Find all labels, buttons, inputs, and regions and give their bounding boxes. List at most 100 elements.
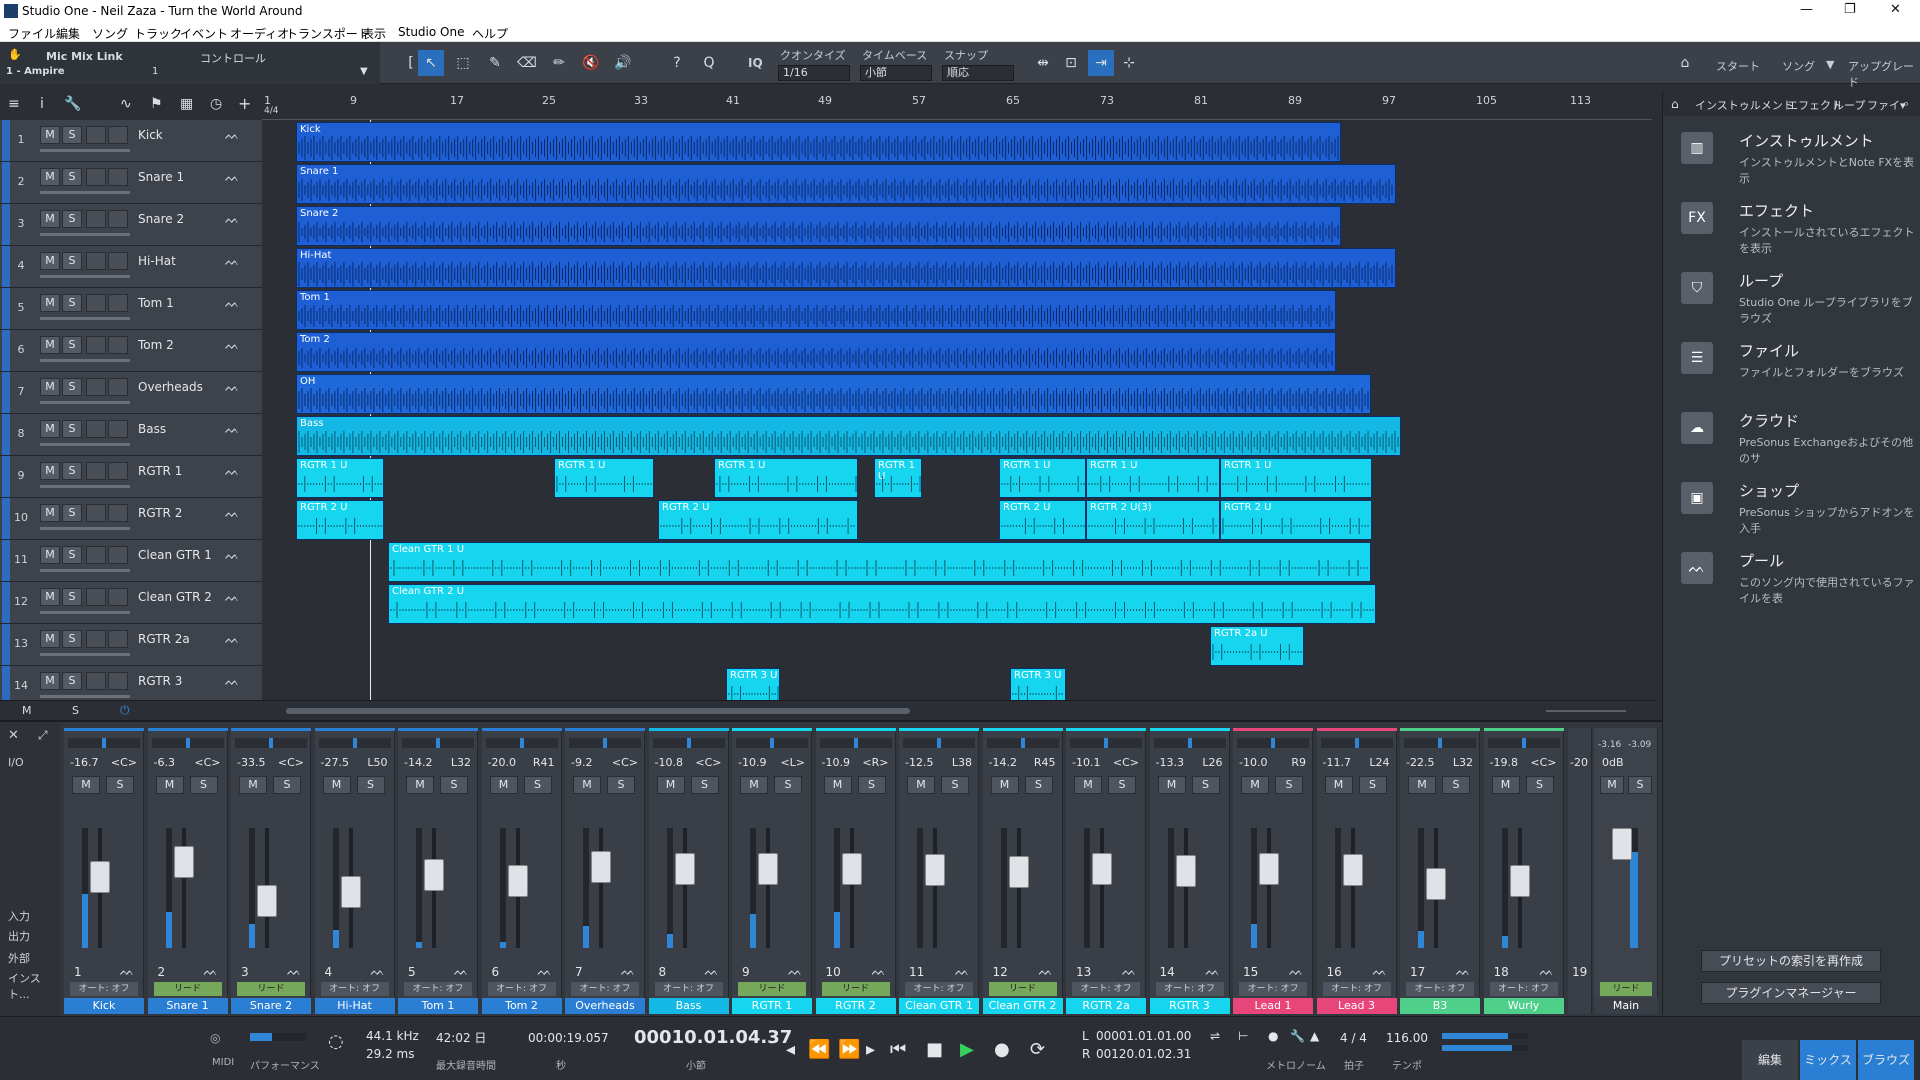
track-record-button[interactable]: [86, 630, 106, 648]
quantize-select[interactable]: 1/16: [778, 65, 850, 81]
track-volume-slider[interactable]: [40, 485, 130, 488]
channel-mute-button[interactable]: M: [1157, 776, 1186, 794]
wrench-icon[interactable]: 🔧: [64, 96, 81, 112]
channel-name[interactable]: Bass: [648, 998, 729, 1014]
track-volume-slider[interactable]: [40, 527, 130, 530]
view-browse-tab[interactable]: ブラウズ: [1858, 1040, 1914, 1080]
channel-mute-button[interactable]: M: [823, 776, 852, 794]
audio-clip[interactable]: RGTR 1 U: [554, 458, 654, 498]
channel-name[interactable]: Clean GTR 1: [899, 998, 979, 1014]
ruler-bar-81[interactable]: 81: [1194, 94, 1208, 107]
track-header[interactable]: 12 M S Clean GTR 2 ᨓ: [0, 582, 262, 624]
ruler-bar-105[interactable]: 105: [1476, 94, 1497, 107]
channel-fader-knob[interactable]: [1175, 855, 1196, 888]
main-solo-button[interactable]: S: [1628, 776, 1652, 794]
channel-solo-button[interactable]: S: [273, 776, 301, 794]
maximize-icon[interactable]: ❐: [1844, 2, 1856, 17]
channel-fader-knob[interactable]: [507, 864, 528, 897]
browser-item-file[interactable]: ☰ ファイル ファイルとフォルダーをブラウズ: [1663, 334, 1920, 402]
footer-solo-all[interactable]: S: [72, 704, 79, 717]
channel-solo-button[interactable]: S: [1191, 776, 1220, 794]
record-icon[interactable]: ●: [994, 1039, 1010, 1060]
track-monitor-button[interactable]: [108, 252, 128, 270]
cursor-follow-icon[interactable]: ⊹: [1116, 50, 1142, 76]
audio-clip[interactable]: RGTR 2 U: [658, 500, 858, 540]
channel-mute-button[interactable]: M: [656, 776, 685, 794]
channel-volume[interactable]: -10.8: [655, 756, 683, 769]
eraser-tool-icon[interactable]: ⌫: [514, 50, 540, 76]
channel-name[interactable]: Overheads: [565, 998, 645, 1014]
channel-automation-mode[interactable]: オート: オフ: [320, 982, 389, 996]
ruler-bar-1[interactable]: 1: [264, 94, 271, 107]
track-solo-button[interactable]: S: [62, 630, 82, 648]
track-solo-button[interactable]: S: [62, 294, 82, 312]
pan-control[interactable]: [903, 738, 975, 748]
channel-fader-knob[interactable]: [1092, 852, 1112, 885]
channel-solo-button[interactable]: S: [774, 776, 802, 794]
marker-icon[interactable]: ⚑: [150, 96, 163, 112]
browser-item-shop[interactable]: ▣ ショップ PreSonus ショップからアドオンを入手: [1663, 474, 1920, 542]
track-header[interactable]: 2 M S Snare 1 ᨓ: [0, 162, 262, 204]
loop-icon[interactable]: ⟳: [1030, 1039, 1045, 1060]
track-name[interactable]: Tom 2: [138, 338, 174, 352]
plugin-manager-button[interactable]: プラグインマネージャー: [1701, 982, 1881, 1004]
ruler-bar-17[interactable]: 17: [450, 94, 464, 107]
track-name[interactable]: Snare 2: [138, 212, 184, 226]
audio-clip[interactable]: Bass: [296, 416, 1401, 456]
pan-control[interactable]: [318, 738, 391, 748]
channel-volume[interactable]: -6.3: [154, 756, 175, 769]
audio-clip[interactable]: RGTR 2a U: [1210, 626, 1304, 666]
minimize-icon[interactable]: —: [1800, 2, 1813, 17]
track-name[interactable]: Clean GTR 2: [138, 590, 212, 604]
audio-clip[interactable]: RGTR 2 U: [999, 500, 1086, 540]
track-volume-slider[interactable]: [40, 611, 130, 614]
pan-control[interactable]: [569, 738, 641, 748]
track-volume-slider[interactable]: [40, 149, 130, 152]
reindex-presets-button[interactable]: プリセットの索引を再作成: [1701, 950, 1881, 972]
menu-audio[interactable]: オーディオ: [230, 25, 289, 42]
split-tool-icon[interactable]: ✎: [482, 50, 508, 76]
channel-mute-button[interactable]: M: [907, 776, 935, 794]
track-name[interactable]: RGTR 1: [138, 464, 182, 478]
channel-fader-track[interactable]: [1267, 828, 1271, 948]
channel-solo-button[interactable]: S: [941, 776, 969, 794]
track-name[interactable]: Overheads: [138, 380, 203, 394]
arrange-view[interactable]: Kick Snare 1 Snare 2 Hi-Hat Tom 1 Tom 2 OH Bass…: [296, 120, 1652, 700]
device-name[interactable]: 1 - Ampire: [6, 66, 65, 77]
menu-studioone[interactable]: Studio One: [398, 25, 464, 39]
mute-tool-icon[interactable]: 🔇: [578, 50, 604, 76]
channel-fader-knob[interactable]: [925, 854, 945, 887]
timeline-ruler[interactable]: 4/4 1 9 17 25 33 41 49 57 65 73 81 89 97 105 113: [262, 92, 1652, 120]
channel-fader-knob[interactable]: [674, 852, 695, 885]
ruler-bar-97[interactable]: 97: [1382, 94, 1396, 107]
track-volume-slider[interactable]: [40, 233, 130, 236]
channel-fader-knob[interactable]: [257, 885, 277, 918]
audio-clip[interactable]: RGTR 2 U: [296, 500, 384, 540]
track-solo-button[interactable]: S: [62, 252, 82, 270]
channel-name[interactable]: Tom 1: [398, 998, 478, 1014]
track-record-button[interactable]: [86, 378, 106, 396]
channel-volume[interactable]: -10.9: [738, 756, 766, 769]
channel-name[interactable]: Tom 2: [481, 998, 562, 1014]
track-record-button[interactable]: [86, 336, 106, 354]
track-monitor-button[interactable]: [108, 546, 128, 564]
channel-mute-button[interactable]: M: [990, 776, 1019, 794]
snap-select[interactable]: 順応: [942, 65, 1014, 81]
track-mute-button[interactable]: M: [40, 294, 60, 312]
track-solo-button[interactable]: S: [62, 378, 82, 396]
ruler-bar-65[interactable]: 65: [1006, 94, 1020, 107]
track-name[interactable]: Hi-Hat: [138, 254, 176, 268]
ruler-bar-73[interactable]: 73: [1100, 94, 1114, 107]
channel-mute-button[interactable]: M: [1074, 776, 1102, 794]
channel-automation-mode[interactable]: オート: オフ: [487, 982, 556, 996]
channel-mute-button[interactable]: M: [155, 776, 184, 794]
track-monitor-button[interactable]: [108, 294, 128, 312]
track-volume-slider[interactable]: [40, 569, 130, 572]
pan-control[interactable]: [151, 738, 224, 748]
ruler-bar-41[interactable]: 41: [726, 94, 740, 107]
channel-automation-mode[interactable]: オート: オフ: [1322, 982, 1391, 996]
track-solo-button[interactable]: S: [62, 126, 82, 144]
mixer-output-label[interactable]: 出力: [8, 928, 30, 944]
audio-clip[interactable]: RGTR 1 U: [874, 458, 922, 498]
iq-label[interactable]: IQ: [748, 56, 763, 70]
